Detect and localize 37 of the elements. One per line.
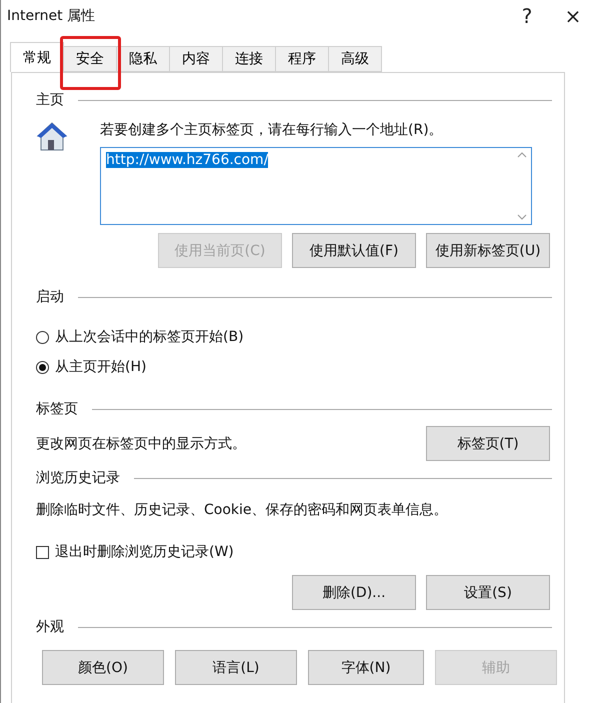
scroll-up-icon[interactable] [517,152,527,158]
radio-button[interactable] [36,360,49,374]
dialog-button[interactable]: 使用默认值(F) [292,233,416,268]
dialog-button[interactable]: 使用新标签页(U) [426,233,550,268]
scroll-down-icon[interactable] [517,214,527,220]
tab[interactable]: 安全 [63,46,117,72]
tab[interactable]: 连接 [222,46,276,72]
description-text: 更改网页在标签页中的显示方式。 [36,434,246,452]
dialog-button[interactable]: 字体(N) [308,650,424,685]
instruction-text: 若要创建多个主页标签页，请在每行输入一个地址(R)。 [100,121,444,139]
dialog-button[interactable]: 删除(D)... [292,575,416,610]
checkbox[interactable] [36,546,49,558]
tab[interactable]: 程序 [275,46,329,72]
tab[interactable]: 高级 [328,46,382,72]
window-title: Internet 属性 [7,7,96,25]
dialog-button[interactable]: 标签页(T) [426,426,550,461]
checkbox-label: 退出时删除浏览历史记录(W) [55,543,234,561]
section-heading: 标签页 [36,400,78,418]
description-text: 删除临时文件、历史记录、Cookie、保存的密码和网页表单信息。 [36,501,449,519]
close-button[interactable]: × [550,1,596,31]
dialog-button[interactable]: 语言(L) [175,650,297,685]
dialog-button[interactable]: 设置(S) [426,575,550,610]
section-heading: 主页 [36,91,64,109]
tab[interactable]: 隐私 [116,46,170,72]
help-button[interactable]: ? [504,1,550,31]
section-heading: 启动 [36,288,64,306]
url-text: http://www.hz766.com/ [106,152,268,168]
home-page-field[interactable]: http://www.hz766.com/ [100,147,532,225]
house-icon [36,121,68,153]
section-heading: 浏览历史记录 [36,469,120,487]
radio-label: 从上次会话中的标签页开始(B) [55,328,244,346]
radio-button[interactable] [36,330,49,344]
tab[interactable]: 常规 [10,42,64,72]
dialog-button[interactable]: 颜色(O) [42,650,164,685]
section-heading: 外观 [36,618,64,636]
radio-label: 从主页开始(H) [55,358,146,376]
tab[interactable]: 内容 [169,46,223,72]
